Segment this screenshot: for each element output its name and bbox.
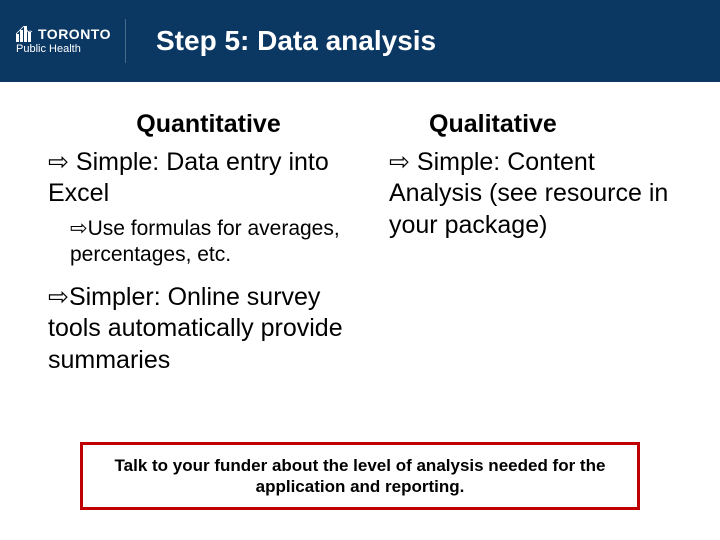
logo-city-text: TORONTO [38,27,111,42]
bullet-simpler-online: ⇨Simpler: Online survey tools automatica… [48,282,369,376]
logo-subtext: Public Health [16,43,111,55]
slide-title: Step 5: Data analysis [156,25,436,57]
slide-content: Quantitative ⇨ Simple: Data entry into E… [0,82,720,382]
column-quantitative: Quantitative ⇨ Simple: Data entry into E… [48,110,369,382]
callout-text: Talk to your funder about the level of a… [115,456,606,496]
logo-block: TORONTO Public Health [16,19,126,63]
slide-header: TORONTO Public Health Step 5: Data analy… [0,0,720,82]
heading-quantitative: Quantitative [48,110,369,139]
callout-box: Talk to your funder about the level of a… [80,442,640,511]
column-qualitative: Qualitative ⇨ Simple: Content Analysis (… [389,110,684,382]
bullet-simple-excel: ⇨ Simple: Data entry into Excel [48,147,369,210]
bullet-content-analysis: ⇨ Simple: Content Analysis (see resource… [389,147,684,241]
heading-qualitative: Qualitative [389,110,684,139]
toronto-logo-icon [16,26,34,42]
sub-bullet-formulas: ⇨Use formulas for averages, percentages,… [48,216,369,269]
